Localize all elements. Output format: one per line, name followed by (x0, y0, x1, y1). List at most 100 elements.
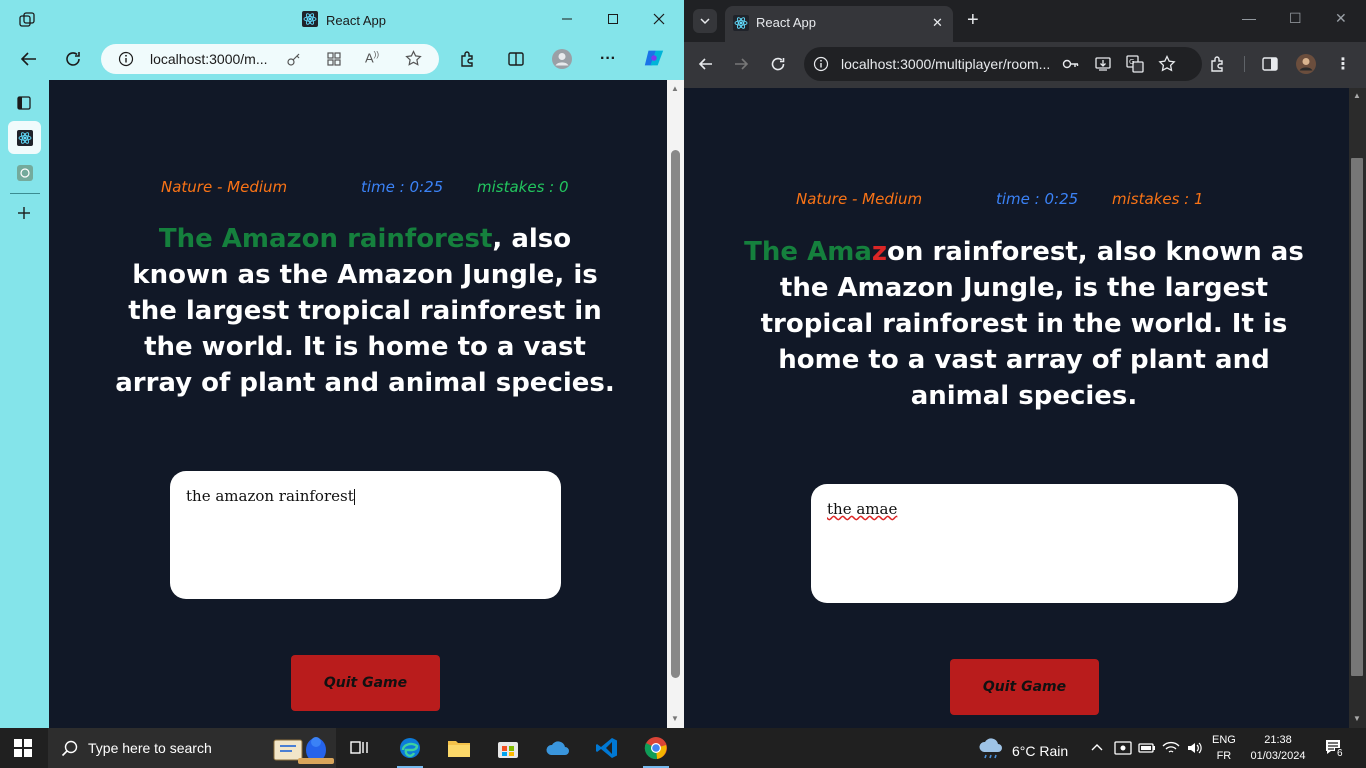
chrome-scrollbar[interactable]: ▲ ▼ (1349, 88, 1366, 728)
bookmark-star-icon[interactable] (1158, 54, 1176, 78)
chatgpt-tab-icon[interactable] (17, 165, 33, 186)
vscode-icon[interactable] (594, 735, 620, 761)
extensions-icon[interactable] (456, 48, 478, 70)
category-label: Nature - Medium (796, 190, 923, 208)
lang-bottom: FR (1216, 750, 1232, 762)
taskbar-clock[interactable]: 21:38 01/03/2024 (1246, 732, 1310, 764)
minimize-icon[interactable]: — (1242, 10, 1256, 26)
scrollbar-thumb[interactable] (1351, 158, 1363, 676)
file-explorer-icon[interactable] (446, 735, 472, 761)
password-key-icon[interactable] (1062, 56, 1080, 77)
read-aloud-icon[interactable]: A)) (365, 50, 379, 65)
chevron-up-icon[interactable] (1090, 740, 1104, 757)
game-header: Nature - Medium time : 0:25 mistakes : 0 (161, 178, 569, 196)
typing-input-value: the amae (827, 500, 898, 518)
refresh-icon[interactable] (62, 48, 84, 70)
rain-cloud-icon (978, 738, 1004, 763)
edge-address-bar[interactable]: localhost:3000/m... A)) (101, 44, 439, 74)
weather-text: 6°C Rain (1012, 742, 1069, 759)
extensions-icon[interactable] (1206, 53, 1228, 75)
edge-tab[interactable]: React App (302, 11, 386, 30)
chrome-menu-icon[interactable]: ⋮ (1332, 53, 1354, 75)
meet-now-icon[interactable] (1114, 740, 1132, 759)
profile-avatar[interactable] (551, 48, 573, 70)
quit-game-button[interactable]: Quit Game (291, 655, 440, 711)
category-label: Nature - Medium (161, 178, 288, 196)
weather-widget[interactable]: 6°C Rain (978, 738, 1068, 763)
workspaces-icon[interactable] (19, 12, 36, 29)
edge-scrollbar[interactable]: ▲ ▼ (667, 80, 684, 728)
timer-label: time : 0:25 (996, 190, 1079, 208)
side-panel-icon[interactable] (1259, 53, 1281, 75)
translate-icon[interactable]: G (1126, 55, 1144, 78)
timer-label: time : 0:25 (361, 178, 444, 196)
close-icon[interactable] (649, 9, 669, 29)
favorite-star-icon[interactable] (405, 50, 422, 72)
maximize-icon[interactable]: ☐ (1289, 10, 1302, 27)
sidebar-divider (10, 193, 40, 194)
clock-date: 01/03/2024 (1250, 750, 1306, 762)
forward-icon[interactable] (730, 53, 752, 75)
search-highlight-icon[interactable] (270, 732, 334, 768)
apps-icon[interactable] (326, 51, 342, 72)
site-info-icon[interactable] (813, 56, 829, 77)
onedrive-icon[interactable] (545, 735, 571, 761)
scroll-up-icon[interactable]: ▲ (671, 84, 679, 93)
battery-icon[interactable] (1138, 740, 1156, 759)
vertical-tab-react[interactable] (8, 121, 41, 154)
microsoft-store-icon[interactable] (495, 735, 521, 761)
input-language[interactable]: ENG FR (1212, 732, 1236, 764)
chrome-omnibox[interactable]: localhost:3000/multiplayer/room... G (804, 47, 1202, 81)
split-screen-icon[interactable] (505, 48, 527, 70)
volume-icon[interactable] (1186, 740, 1204, 759)
new-tab-icon[interactable] (16, 205, 32, 226)
passage-text: The Amazon rainforest, also known as the… (111, 221, 619, 401)
copilot-icon[interactable] (643, 47, 665, 69)
chrome-taskbar-icon[interactable] (643, 735, 669, 761)
profile-avatar[interactable] (1295, 53, 1317, 75)
search-placeholder: Type here to search (88, 740, 212, 756)
minimize-icon[interactable] (557, 9, 577, 29)
typing-input[interactable]: the amazon rainforest (170, 471, 561, 599)
back-icon[interactable] (695, 53, 717, 75)
tab-search-icon[interactable] (693, 9, 717, 33)
back-icon[interactable] (18, 48, 40, 70)
scrollbar-thumb[interactable] (671, 150, 680, 678)
react-icon (302, 11, 318, 30)
chrome-window: React App ✕ + — ☐ ✕ localhost:3000/multi… (684, 0, 1366, 728)
quit-game-button[interactable]: Quit Game (950, 659, 1099, 715)
reload-icon[interactable] (767, 53, 789, 75)
edge-tab-title: React App (326, 13, 386, 28)
scroll-down-icon[interactable]: ▼ (671, 714, 679, 723)
typing-input[interactable]: the amae (811, 484, 1238, 603)
close-icon[interactable]: ✕ (1335, 10, 1347, 27)
taskbar-search-box[interactable]: Type here to search (48, 728, 336, 768)
lang-top: ENG (1212, 734, 1236, 746)
task-view-icon[interactable] (347, 735, 373, 761)
scroll-up-icon[interactable]: ▲ (1353, 91, 1361, 100)
maximize-icon[interactable] (603, 9, 623, 29)
edge-taskbar-icon[interactable] (397, 735, 423, 761)
windows-start-icon[interactable] (14, 739, 32, 762)
tab-actions-icon[interactable] (16, 95, 32, 116)
install-app-icon[interactable] (1094, 55, 1112, 78)
wifi-icon[interactable] (1162, 740, 1180, 759)
mistakes-label: mistakes : 1 (1112, 190, 1204, 208)
edge-url: localhost:3000/m... (150, 51, 268, 67)
edge-sidebar (0, 80, 49, 728)
chrome-tabstrip: React App ✕ + — ☐ ✕ (684, 0, 1366, 42)
more-menu-icon[interactable]: ··· (597, 48, 619, 70)
scroll-down-icon[interactable]: ▼ (1353, 714, 1361, 723)
passage-error: z (871, 237, 888, 267)
search-icon (61, 739, 79, 762)
chrome-tab[interactable]: React App ✕ (725, 6, 953, 42)
notification-count: 6 (1335, 748, 1345, 759)
new-tab-icon[interactable]: + (967, 9, 979, 32)
clock-time: 21:38 (1264, 734, 1292, 746)
edge-titlebar: React App (0, 0, 684, 40)
passage-text: The Amazon rainforest, also known as the… (734, 234, 1314, 414)
toolbar-divider (1244, 56, 1245, 72)
tab-close-icon[interactable]: ✕ (932, 15, 943, 31)
key-icon[interactable] (286, 51, 302, 72)
info-icon[interactable] (118, 51, 134, 72)
